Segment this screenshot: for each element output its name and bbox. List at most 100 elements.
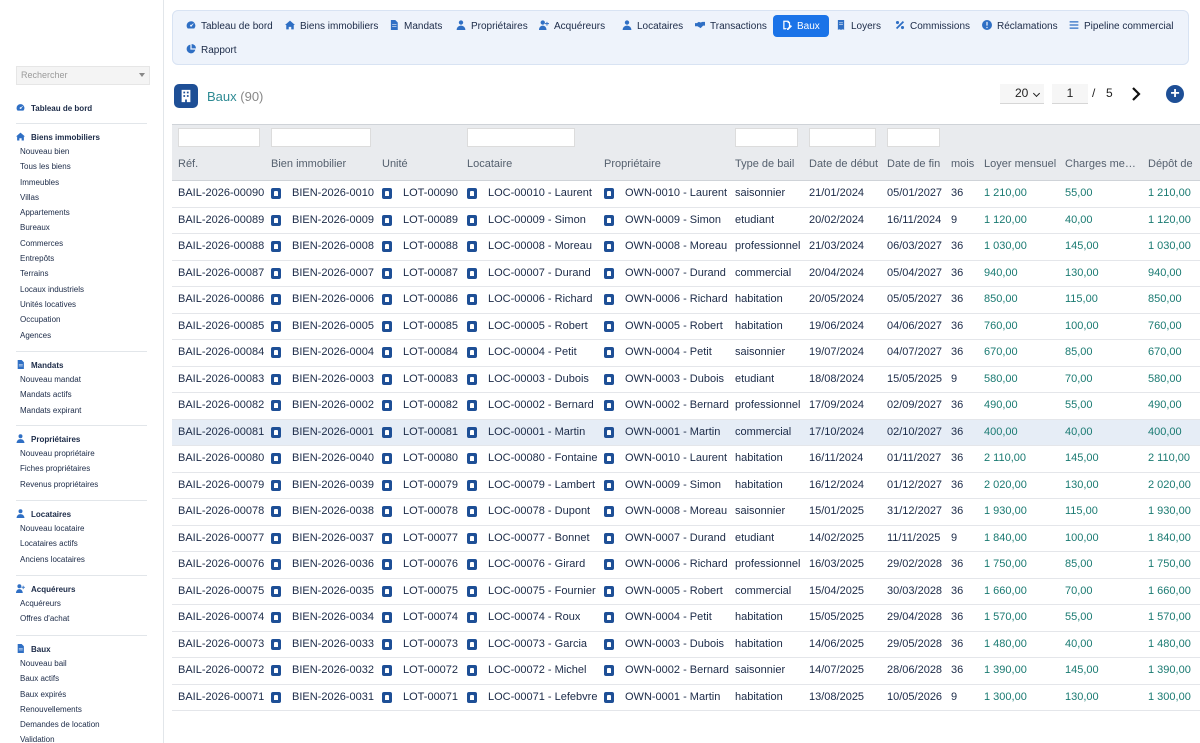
link-record-icon[interactable] [604, 241, 614, 252]
sidebar-item[interactable]: Unités locatives [16, 297, 147, 312]
link-record-icon[interactable] [271, 373, 281, 385]
nav-tab[interactable]: Mandats [380, 15, 451, 37]
link-record-icon[interactable] [604, 506, 614, 517]
link-record-icon[interactable] [604, 665, 614, 676]
sidebar-item[interactable]: Nouveau mandat [16, 372, 147, 387]
link-record-icon[interactable] [604, 320, 614, 332]
link-record-icon[interactable] [382, 214, 392, 226]
link-record-icon[interactable] [467, 214, 477, 226]
link-record-icon[interactable] [467, 373, 477, 385]
sidebar-item[interactable]: Occupation [16, 312, 147, 327]
sidebar-item[interactable]: Villas [16, 190, 147, 205]
link-record-icon[interactable] [382, 320, 392, 332]
link-record-icon[interactable] [271, 241, 281, 252]
table-row[interactable]: BAIL-2026-00084 BIEN-2026-0004 LOT-00084 LO… [172, 340, 1200, 367]
link-record-icon[interactable] [382, 241, 392, 252]
link-record-icon[interactable] [271, 638, 281, 650]
table-cell[interactable]: BAIL-2026-00077 [178, 532, 264, 544]
table-cell[interactable]: BAIL-2026-00086 [178, 293, 264, 305]
sidebar-heading[interactable]: Locataires [16, 507, 147, 521]
sidebar-item[interactable]: Mandats actifs [16, 387, 147, 402]
link-record-icon[interactable] [271, 612, 281, 623]
link-record-icon[interactable] [382, 347, 392, 358]
link-record-icon[interactable] [467, 426, 477, 438]
link-record-icon[interactable] [604, 426, 614, 438]
table-cell[interactable]: BAIL-2026-00089 [178, 214, 264, 226]
table-row[interactable]: BAIL-2026-00079 BIEN-2026-0039 LOT-00079 LO… [172, 473, 1200, 499]
table-cell[interactable]: BAIL-2026-00084 [178, 346, 264, 358]
table-row[interactable]: BAIL-2026-00077 BIEN-2026-0037 LOT-00077 LO… [172, 526, 1200, 552]
sidebar-item[interactable]: Renouvellements [16, 702, 147, 717]
link-record-icon[interactable] [604, 532, 614, 544]
sidebar-item[interactable]: Terrains [16, 266, 147, 281]
page-number-input[interactable]: 1 [1052, 84, 1088, 104]
sidebar-item[interactable]: Appartements [16, 205, 147, 220]
column-filter-input[interactable] [887, 128, 940, 147]
link-record-icon[interactable] [604, 612, 614, 623]
link-record-icon[interactable] [382, 691, 392, 703]
link-record-icon[interactable] [467, 453, 477, 464]
link-record-icon[interactable] [467, 400, 477, 411]
link-record-icon[interactable] [271, 506, 281, 517]
table-row[interactable]: BAIL-2026-00086 BIEN-2026-0006 LOT-00086 LO… [172, 287, 1200, 314]
column-filter-input[interactable] [467, 128, 575, 147]
table-row[interactable]: BAIL-2026-00074 BIEN-2026-0034 LOT-00074 LO… [172, 605, 1200, 632]
sidebar-item[interactable]: Commerces [16, 236, 147, 251]
table-row[interactable]: BAIL-2026-00083 BIEN-2026-0003 LOT-00083 LO… [172, 367, 1200, 393]
link-record-icon[interactable] [467, 479, 477, 491]
table-cell[interactable]: BAIL-2026-00076 [178, 558, 264, 570]
sidebar-item[interactable]: Acquéreurs [16, 596, 147, 611]
link-record-icon[interactable] [467, 267, 477, 279]
link-record-icon[interactable] [382, 294, 392, 305]
link-record-icon[interactable] [467, 506, 477, 517]
link-record-icon[interactable] [604, 559, 614, 570]
link-record-icon[interactable] [382, 267, 392, 279]
table-cell[interactable]: BAIL-2026-00075 [178, 585, 264, 597]
link-record-icon[interactable] [382, 559, 392, 570]
table-row[interactable]: BAIL-2026-00076 BIEN-2026-0036 LOT-00076 LO… [172, 552, 1200, 579]
column-header[interactable]: Bien immobilier [271, 158, 346, 170]
link-record-icon[interactable] [467, 638, 477, 650]
link-record-icon[interactable] [382, 638, 392, 650]
link-record-icon[interactable] [467, 665, 477, 676]
table-row[interactable]: BAIL-2026-00090 BIEN-2026-0010 LOT-00090 LO… [172, 181, 1200, 208]
link-record-icon[interactable] [271, 559, 281, 570]
link-record-icon[interactable] [467, 585, 477, 597]
link-record-icon[interactable] [467, 188, 477, 199]
table-cell[interactable]: BAIL-2026-00081 [178, 426, 264, 438]
sidebar-item[interactable]: Demandes de location [16, 717, 147, 732]
nav-tab[interactable]: Rapport [177, 39, 246, 61]
table-cell[interactable]: BAIL-2026-00083 [178, 373, 264, 385]
sidebar-item[interactable]: Locataires actifs [16, 536, 147, 551]
link-record-icon[interactable] [467, 347, 477, 358]
sidebar-heading[interactable]: Mandats [16, 358, 147, 372]
nav-tab[interactable]: Commissions [886, 15, 979, 37]
caret-down-icon[interactable] [139, 73, 145, 77]
table-row[interactable]: BAIL-2026-00078 BIEN-2026-0038 LOT-00078 LO… [172, 499, 1200, 526]
link-record-icon[interactable] [382, 612, 392, 623]
sidebar-item[interactable]: Mandats expirant [16, 403, 147, 418]
sidebar-search-select[interactable]: Rechercher [16, 66, 150, 85]
column-header[interactable]: Locataire [467, 158, 512, 170]
sidebar-item[interactable]: Anciens locataires [16, 552, 147, 567]
column-header[interactable]: Loyer mensuel [984, 158, 1056, 170]
table-cell[interactable]: BAIL-2026-00090 [178, 187, 264, 199]
sidebar-item[interactable]: Tous les biens [16, 159, 147, 174]
nav-tab[interactable]: Locataires [613, 15, 692, 37]
link-record-icon[interactable] [382, 665, 392, 676]
sidebar-item[interactable]: Offres d'achat [16, 611, 147, 626]
link-record-icon[interactable] [382, 400, 392, 411]
nav-tab[interactable]: Transactions [686, 15, 776, 37]
table-row[interactable]: BAIL-2026-00088 BIEN-2026-0008 LOT-00088 LO… [172, 234, 1200, 261]
link-record-icon[interactable] [467, 691, 477, 703]
link-record-icon[interactable] [467, 294, 477, 305]
link-record-icon[interactable] [271, 347, 281, 358]
column-filter-input[interactable] [735, 128, 798, 147]
link-record-icon[interactable] [604, 453, 614, 464]
nav-tab[interactable]: Loyers [827, 15, 890, 37]
link-record-icon[interactable] [382, 373, 392, 385]
table-row[interactable]: BAIL-2026-00085 BIEN-2026-0005 LOT-00085 LO… [172, 314, 1200, 340]
sidebar-item[interactable]: Nouveau bail [16, 656, 147, 671]
column-header[interactable]: Réf. [178, 158, 198, 170]
nav-tab[interactable]: Baux [773, 15, 829, 37]
